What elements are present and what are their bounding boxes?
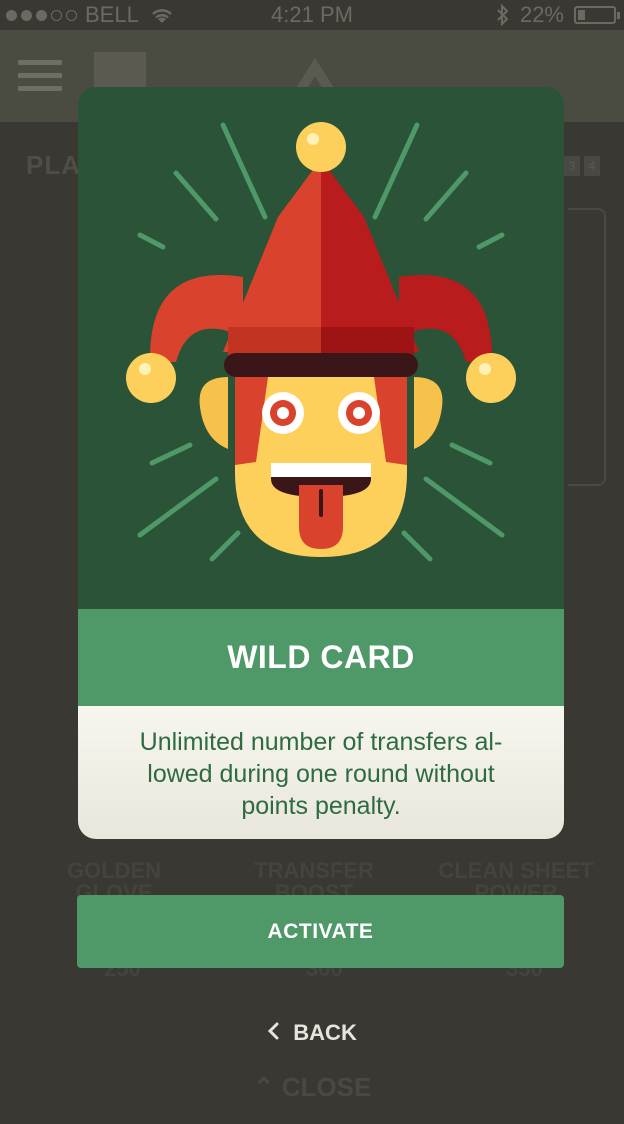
background-close-label: CLOSE [281, 1072, 372, 1102]
jester-illustration [126, 122, 516, 562]
menu-icon [18, 60, 62, 92]
card-description: Unlimited number of transfers al-lowed d… [78, 706, 564, 839]
wild-card-modal: WILD CARD Unlimited number of transfers … [78, 87, 564, 839]
pager-item: 3 [564, 156, 580, 176]
background-pager: 3 4 [564, 156, 600, 176]
back-button[interactable]: BACK [0, 1020, 624, 1046]
card-title: WILD CARD [78, 609, 564, 706]
battery-fill [578, 10, 585, 20]
chevron-up-icon: ⌃ [252, 1072, 275, 1102]
back-label: BACK [293, 1020, 357, 1045]
background-card [568, 208, 606, 486]
pager-item: 4 [584, 156, 600, 176]
bluetooth-icon [497, 4, 509, 26]
activate-button[interactable]: ACTIVATE [77, 895, 564, 968]
status-bar: BELL 4:21 PM 22% [0, 0, 624, 30]
background-close-button: ⌃ CLOSE [0, 1072, 624, 1103]
battery-percent: 22% [519, 2, 564, 27]
battery-icon [574, 6, 620, 24]
background-section-label: PLA [26, 150, 81, 180]
chevron-left-icon [268, 1022, 279, 1040]
